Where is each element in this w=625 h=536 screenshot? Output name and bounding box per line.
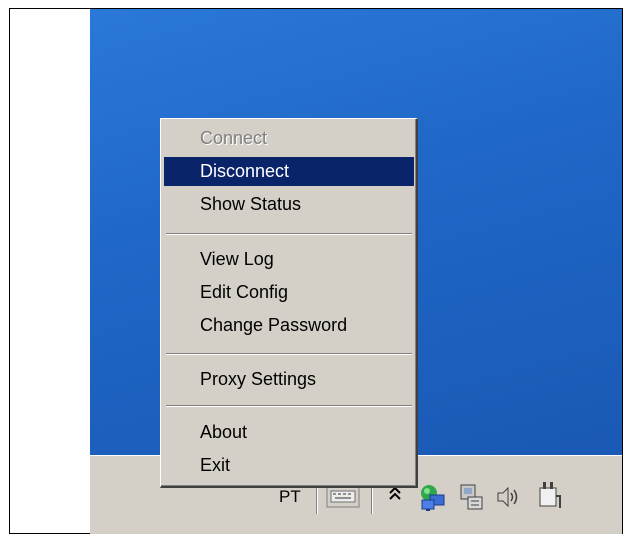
menu-item-edit-config[interactable]: Edit Config xyxy=(164,278,414,307)
menu-separator xyxy=(166,405,412,407)
menu-item-disconnect[interactable]: Disconnect xyxy=(164,157,414,186)
show-hidden-icons-chevron-icon[interactable] xyxy=(388,486,402,502)
menu-item-proxy-settings[interactable]: Proxy Settings xyxy=(164,365,414,394)
volume-icon[interactable] xyxy=(494,484,522,510)
menu-item-exit[interactable]: Exit xyxy=(164,451,414,480)
power-plug-icon[interactable] xyxy=(536,480,564,512)
menu-item-about[interactable]: About xyxy=(164,418,414,447)
network-adapter-icon[interactable] xyxy=(458,482,486,512)
menu-separator xyxy=(166,353,412,355)
menu-separator xyxy=(166,233,412,235)
language-indicator[interactable]: PT xyxy=(279,487,301,507)
menu-item-show-status[interactable]: Show Status xyxy=(164,190,414,219)
menu-item-change-password[interactable]: Change Password xyxy=(164,311,414,340)
menu-item-view-log[interactable]: View Log xyxy=(164,245,414,274)
menu-item-connect: Connect xyxy=(200,128,268,148)
tray-context-menu: Connect Disconnect Show Status View Log … xyxy=(160,118,418,488)
network-connection-icon[interactable] xyxy=(418,482,448,512)
